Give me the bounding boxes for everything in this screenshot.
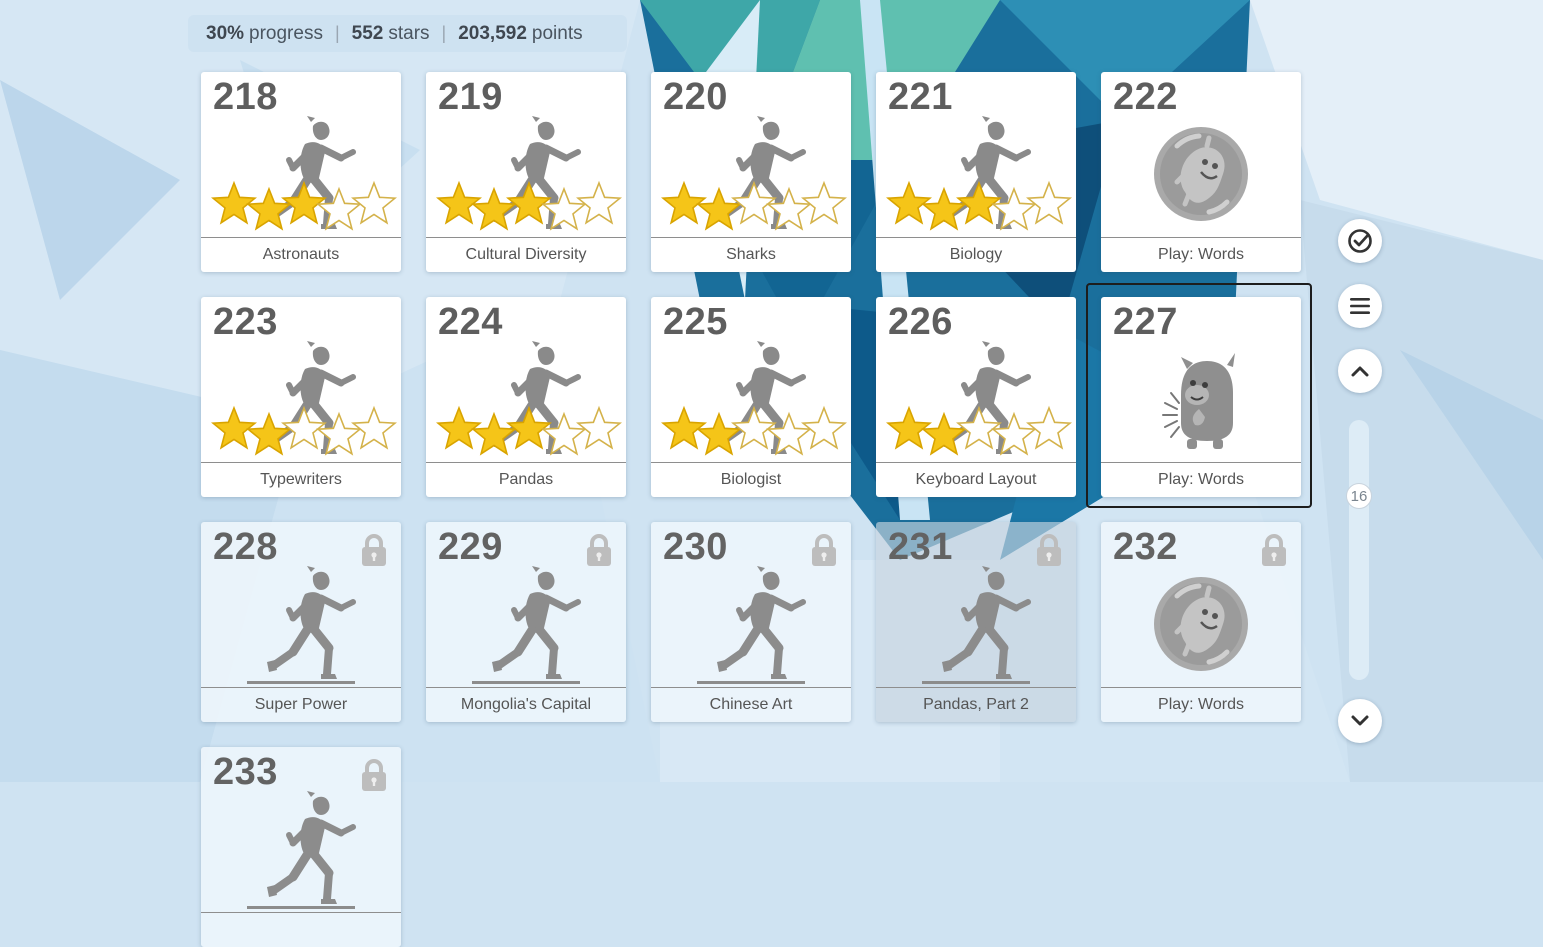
runner-figure-icon bbox=[436, 341, 622, 456]
lesson-tile[interactable]: 221 Biology bbox=[876, 72, 1076, 272]
lesson-tile[interactable]: 233 bbox=[201, 747, 401, 947]
lesson-tile[interactable]: 231 Pandas, Part 2 bbox=[876, 522, 1076, 722]
lesson-tile[interactable]: 230 Chinese Art bbox=[651, 522, 851, 722]
lesson-title: Play: Words bbox=[1101, 237, 1301, 272]
ground-line bbox=[247, 906, 355, 909]
hamburger-menu-icon bbox=[1350, 298, 1370, 314]
lesson-tile[interactable]: 224 Pandas bbox=[426, 297, 626, 497]
lesson-tile[interactable]: 226 Keyboard Layout bbox=[876, 297, 1076, 497]
divider: | bbox=[441, 23, 447, 43]
completed-filter-button[interactable] bbox=[1338, 219, 1382, 263]
lesson-tile[interactable]: 219 Cultural Diversity bbox=[426, 72, 626, 272]
lesson-title: Astronauts bbox=[201, 237, 401, 272]
bubble-game-icon bbox=[1154, 127, 1248, 221]
bubble-game-icon bbox=[1154, 577, 1248, 671]
scroll-track[interactable] bbox=[1349, 420, 1369, 680]
lesson-tile[interactable]: 222 Play: Words bbox=[1101, 72, 1301, 272]
lesson-title: Mongolia's Capital bbox=[426, 687, 626, 722]
lesson-tile[interactable]: 232 Play: Words bbox=[1101, 522, 1301, 722]
lesson-tile[interactable]: 220 Sharks bbox=[651, 72, 851, 272]
star-empty-icon bbox=[801, 180, 847, 225]
star-empty-icon bbox=[351, 180, 397, 225]
progress-stats-bar: 30% progress | 552 stars | 203,592 point… bbox=[188, 15, 627, 52]
lesson-title: Chinese Art bbox=[651, 687, 851, 722]
stars-value: 552 bbox=[351, 22, 384, 44]
selected-lesson-outline bbox=[1086, 283, 1312, 508]
runner-figure-icon bbox=[211, 341, 397, 456]
lesson-title: Sharks bbox=[651, 237, 851, 272]
ground-line bbox=[472, 681, 580, 684]
points-label: points bbox=[531, 22, 583, 44]
star-filled-icon bbox=[246, 186, 292, 231]
chevron-down-icon bbox=[1351, 715, 1369, 726]
scroll-up-button[interactable] bbox=[1338, 349, 1382, 393]
lesson-title: Cultural Diversity bbox=[426, 237, 626, 272]
star-filled-icon bbox=[661, 405, 707, 450]
ground-line bbox=[922, 681, 1030, 684]
check-circle-icon bbox=[1348, 229, 1372, 253]
runner-figure-icon bbox=[886, 116, 1072, 231]
runner-figure-icon bbox=[922, 566, 1031, 684]
runner-figure-icon bbox=[436, 116, 622, 231]
star-filled-icon bbox=[886, 405, 932, 450]
star-empty-icon bbox=[351, 405, 397, 450]
runner-figure-icon bbox=[886, 341, 1072, 456]
star-filled-icon bbox=[211, 180, 257, 225]
progress-label: progress bbox=[249, 22, 323, 44]
star-filled-icon bbox=[696, 186, 742, 231]
star-filled-icon bbox=[211, 405, 257, 450]
star-filled-icon bbox=[921, 186, 967, 231]
progress-value: 30% bbox=[206, 22, 245, 44]
star-filled-icon bbox=[436, 405, 482, 450]
star-filled-icon bbox=[436, 180, 482, 225]
star-filled-icon bbox=[246, 411, 292, 456]
lesson-tile[interactable]: 218 Astronauts bbox=[201, 72, 401, 272]
star-filled-icon bbox=[696, 411, 742, 456]
star-filled-icon bbox=[661, 180, 707, 225]
runner-figure-icon bbox=[472, 566, 581, 684]
page-indicator: 16 bbox=[1350, 487, 1368, 505]
lesson-title: Super Power bbox=[201, 687, 401, 722]
ground-line bbox=[697, 681, 805, 684]
lesson-tile[interactable]: 223 Typewriters bbox=[201, 297, 401, 497]
runner-figure-icon bbox=[211, 116, 397, 231]
menu-button[interactable] bbox=[1338, 284, 1382, 328]
star-empty-icon bbox=[576, 405, 622, 450]
divider: | bbox=[334, 23, 340, 43]
star-empty-icon bbox=[576, 180, 622, 225]
star-filled-icon bbox=[886, 180, 932, 225]
star-empty-icon bbox=[801, 405, 847, 450]
star-filled-icon bbox=[921, 411, 967, 456]
runner-figure-icon bbox=[697, 566, 806, 684]
star-empty-icon bbox=[1026, 180, 1072, 225]
lesson-title bbox=[201, 912, 401, 947]
ground-line bbox=[247, 681, 355, 684]
lesson-tile[interactable]: 228 Super Power bbox=[201, 522, 401, 722]
star-empty-icon bbox=[1026, 405, 1072, 450]
lesson-title: Typewriters bbox=[201, 462, 401, 497]
runner-figure-icon bbox=[247, 791, 356, 909]
stars-label: stars bbox=[388, 22, 430, 44]
star-filled-icon bbox=[471, 186, 517, 231]
lesson-tile[interactable]: 225 Biologist bbox=[651, 297, 851, 497]
lesson-title: Biologist bbox=[651, 462, 851, 497]
chevron-up-icon bbox=[1351, 366, 1369, 377]
lesson-title: Pandas, Part 2 bbox=[876, 687, 1076, 722]
lesson-title: Keyboard Layout bbox=[876, 462, 1076, 497]
lesson-title: Pandas bbox=[426, 462, 626, 497]
points-value: 203,592 bbox=[458, 22, 527, 44]
lesson-title: Biology bbox=[876, 237, 1076, 272]
runner-figure-icon bbox=[247, 566, 356, 684]
runner-figure-icon bbox=[661, 116, 847, 231]
star-filled-icon bbox=[471, 411, 517, 456]
runner-figure-icon bbox=[661, 341, 847, 456]
lesson-title: Play: Words bbox=[1101, 687, 1301, 722]
lesson-tile[interactable]: 229 Mongolia's Capital bbox=[426, 522, 626, 722]
scroll-down-button[interactable] bbox=[1338, 699, 1382, 743]
scroll-thumb[interactable]: 16 bbox=[1346, 483, 1372, 509]
